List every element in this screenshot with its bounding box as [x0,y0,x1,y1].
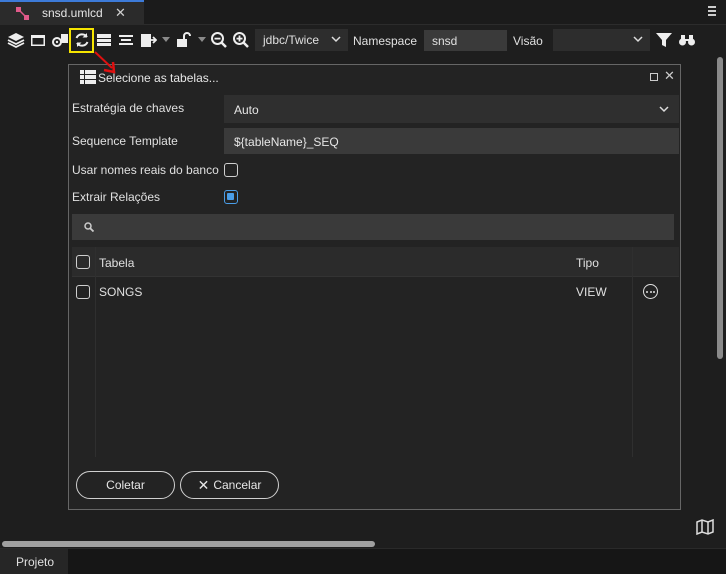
cancel-icon: ✕ [197,476,210,493]
real-names-checkbox[interactable] [224,163,238,177]
export-icon[interactable] [139,31,157,49]
namespace-label: Namespace [353,34,418,48]
bottom-panel-bar: Projeto [0,548,726,574]
tab-projeto[interactable]: Projeto [0,549,68,574]
select-all-checkbox[interactable] [76,255,90,269]
connection-select[interactable]: jdbc/Twice [255,29,348,51]
tab-snsd-umlcd[interactable]: snsd.umlcd ✕ [0,0,144,25]
key-strategy-label: Estratégia de chaves [72,101,185,115]
zoom-out-icon[interactable] [210,31,228,49]
horizontal-scrollbar[interactable] [2,541,375,547]
maximize-icon[interactable] [650,73,658,81]
extract-relations-label: Extrair Relações [72,190,161,204]
refresh-icon[interactable] [73,31,91,49]
lock-dropdown-icon[interactable] [198,37,206,42]
binoculars-icon[interactable] [678,31,696,49]
uml-diagram-icon [16,7,29,20]
key-strategy-select[interactable]: Auto [224,95,679,123]
sequence-template-label: Sequence Template [72,134,178,148]
collect-button-label: Coletar [106,478,145,492]
row-checkbox[interactable] [76,285,90,299]
sequence-template-input[interactable]: ${tableName}_SEQ [224,128,679,154]
select-tables-dialog: Selecione as tabelas... ✕ Estratégia de … [68,64,681,510]
connection-select-value: jdbc/Twice [263,33,320,47]
zoom-in-icon[interactable] [232,31,250,49]
namespace-input[interactable] [424,30,507,51]
table-stack-icon[interactable] [95,31,113,49]
filter-icon[interactable] [655,31,673,49]
tab-label: snsd.umlcd [42,6,103,20]
chevron-down-icon [659,106,669,113]
editor-tab-bar: snsd.umlcd ✕ [0,0,726,25]
row-options-icon[interactable] [643,284,658,299]
visao-select[interactable] [553,29,650,51]
more-menu-icon[interactable] [708,4,720,18]
window-icon[interactable] [29,31,47,49]
export-dropdown-icon[interactable] [162,37,170,42]
table-search-input[interactable] [72,214,674,240]
dialog-close-icon[interactable]: ✕ [664,68,675,84]
vertical-scrollbar[interactable] [717,57,723,359]
align-icon[interactable] [117,31,135,49]
column-header-tabela[interactable]: Tabela [99,256,134,270]
table-row[interactable]: SONGS VIEW [72,278,679,306]
sequence-template-value: ${tableName}_SEQ [234,135,339,149]
map-icon[interactable] [696,519,714,535]
cancel-button-label: Cancelar [213,478,262,492]
collect-button[interactable]: Coletar [76,471,175,499]
annotation-arrow [94,51,116,74]
chevron-down-icon [331,36,341,43]
chevron-down-icon [633,36,643,43]
lock-open-icon[interactable] [174,31,192,49]
settings-table-icon[interactable] [51,31,69,49]
row-table-name: SONGS [99,285,143,299]
extract-relations-checkbox[interactable] [224,190,238,204]
search-icon [84,222,94,232]
table-header: Tabela Tipo [72,247,679,277]
key-strategy-value: Auto [234,103,259,117]
visao-label: Visão [513,34,543,48]
real-names-label: Usar nomes reais do banco [72,163,219,177]
layers-icon[interactable] [7,31,25,49]
tab-close-icon[interactable]: ✕ [115,5,126,21]
row-table-type: VIEW [576,285,607,299]
column-header-tipo[interactable]: Tipo [576,256,599,270]
tab-projeto-label: Projeto [16,555,55,569]
cancel-button[interactable]: ✕ Cancelar [180,471,279,499]
